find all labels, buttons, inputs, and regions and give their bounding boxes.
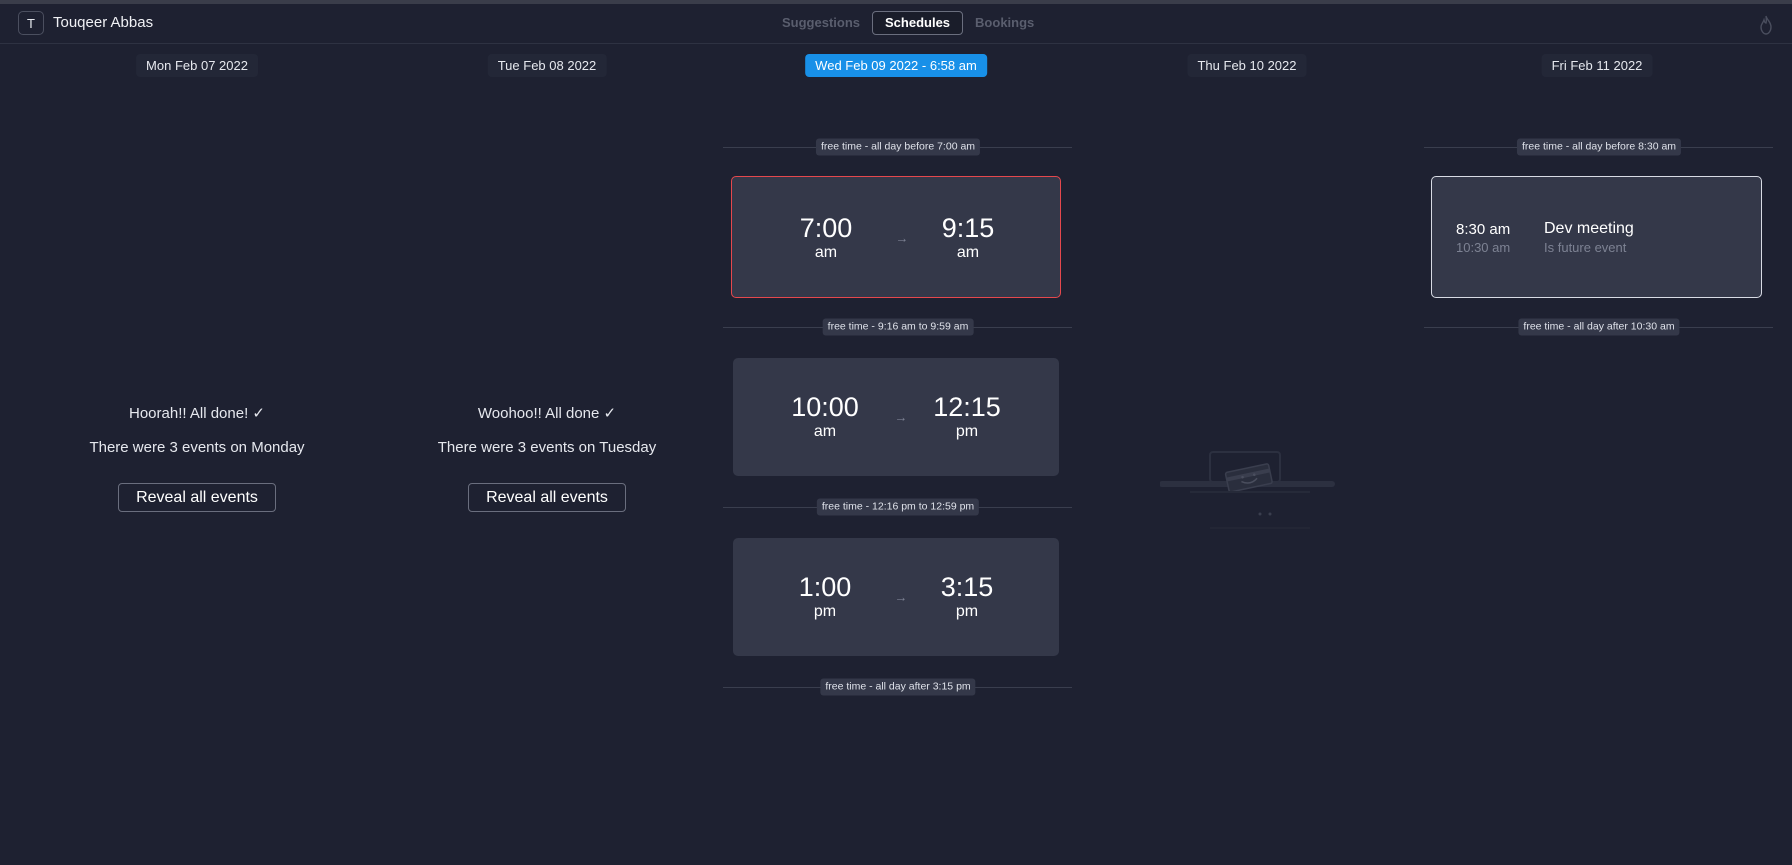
day-label-tue: Tue Feb 08 2022 — [487, 54, 607, 77]
event-end-time: 9:15 — [941, 213, 995, 243]
user-name: Touqeer Abbas — [53, 14, 154, 31]
arrow-right-icon: → — [894, 409, 908, 425]
future-event-subtitle: Is future event — [1544, 240, 1627, 255]
future-event-title: Dev meeting — [1544, 220, 1634, 237]
event-end-time: 3:15 — [940, 572, 994, 602]
event-start: 1:00 pm — [775, 572, 875, 622]
monday-summary: There were 3 events on Monday — [89, 439, 305, 456]
free-time-label: free time - 12:16 pm to 12:59 pm — [816, 498, 980, 516]
free-time-label: free time - all day after 10:30 am — [1518, 318, 1680, 336]
event-end-ampm: am — [956, 244, 980, 261]
event-card[interactable]: 10:00 am → 12:15 pm — [733, 358, 1059, 476]
day-label-today: Wed Feb 09 2022 - 6:58 am — [805, 54, 987, 77]
event-start-time: 10:00 — [791, 392, 859, 422]
free-time-label: free time - all day after 3:15 pm — [820, 678, 976, 696]
free-time-label: free time - 9:16 am to 9:59 am — [822, 318, 974, 336]
free-time-label: free time - all day before 7:00 am — [815, 138, 981, 156]
event-end-ampm: pm — [955, 423, 979, 440]
arrow-right-icon: → — [894, 589, 908, 605]
future-event-end: 10:30 am — [1456, 240, 1511, 255]
event-start-time: 1:00 — [798, 572, 852, 602]
event-start-time: 7:00 — [799, 213, 853, 243]
monday-done-message: Hoorah!! All done! ✓ — [129, 405, 265, 422]
tab-schedules[interactable]: Schedules — [872, 11, 964, 35]
event-end-time: 12:15 — [933, 392, 1001, 422]
future-event-card[interactable]: 8:30 am 10:30 am Dev meeting Is future e… — [1431, 176, 1762, 298]
tuesday-done-message: Woohoo!! All done ✓ — [477, 405, 617, 422]
free-time-label: free time - all day before 8:30 am — [1516, 138, 1682, 156]
event-end-ampm: pm — [955, 603, 979, 620]
event-start: 7:00 am — [776, 213, 876, 263]
view-tabs: Suggestions Schedules Bookings — [770, 11, 1046, 35]
reveal-events-button-mon[interactable]: Reveal all events — [118, 483, 276, 512]
event-start-ampm: am — [814, 244, 838, 261]
tuesday-summary: There were 3 events on Tuesday — [437, 439, 657, 456]
tab-bookings[interactable]: Bookings — [963, 11, 1046, 35]
event-card[interactable]: 1:00 pm → 3:15 pm — [733, 538, 1059, 656]
event-start-ampm: am — [813, 423, 837, 440]
day-label-fri: Fri Feb 11 2022 — [1541, 54, 1653, 77]
day-label-mon: Mon Feb 07 2022 — [136, 54, 258, 77]
app-header: T Touqeer Abbas Suggestions Schedules Bo… — [0, 4, 1792, 44]
future-event-start: 8:30 am — [1456, 221, 1511, 238]
arrow-right-icon: → — [895, 230, 909, 246]
tab-suggestions[interactable]: Suggestions — [770, 11, 872, 35]
empty-state-illustration — [1160, 451, 1335, 529]
event-card-selected[interactable]: 7:00 am → 9:15 am — [731, 176, 1061, 298]
event-start: 10:00 am — [775, 392, 875, 442]
reveal-events-button-tue[interactable]: Reveal all events — [468, 483, 626, 512]
day-label-thu: Thu Feb 10 2022 — [1187, 54, 1307, 77]
event-end: 12:15 pm — [917, 392, 1017, 442]
flame-icon[interactable] — [1757, 15, 1775, 35]
event-end: 9:15 am — [918, 213, 1018, 263]
avatar[interactable]: T — [18, 11, 44, 35]
event-start-ampm: pm — [813, 603, 837, 620]
event-end: 3:15 pm — [917, 572, 1017, 622]
